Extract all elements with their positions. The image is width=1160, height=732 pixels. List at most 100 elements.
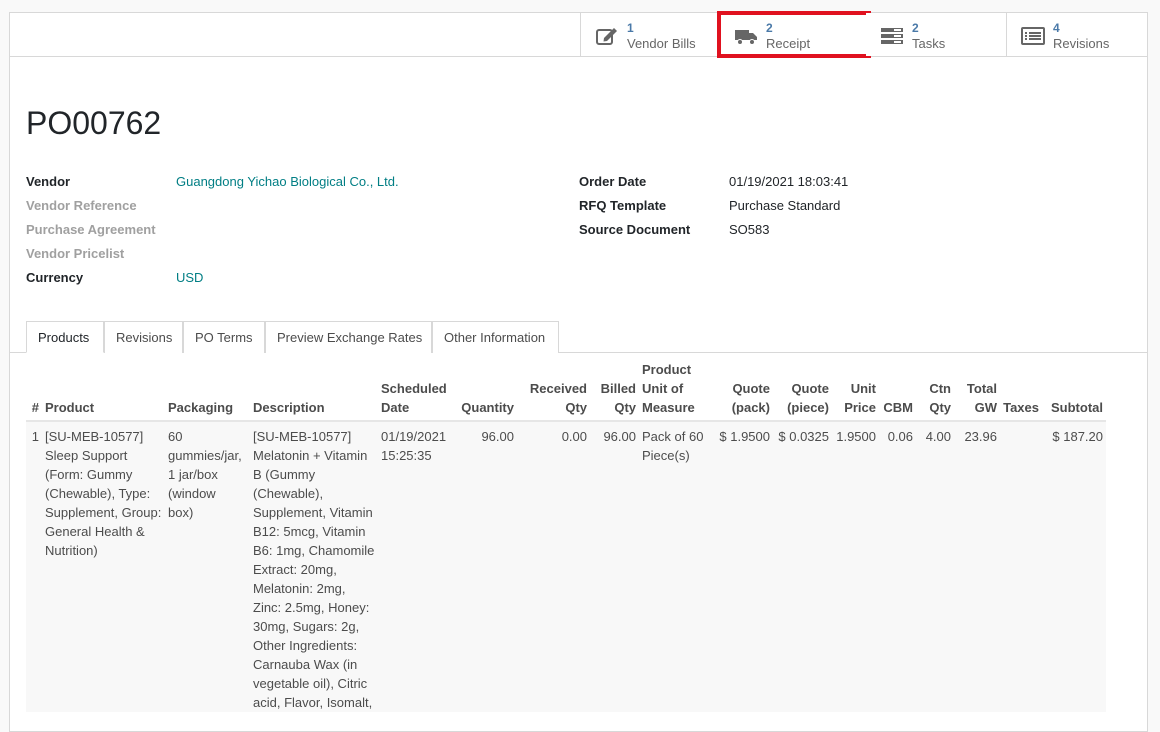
col-unit-price-line2: Price	[844, 400, 876, 415]
product-line: (Chewable), Type:	[45, 486, 151, 501]
col-subtotal[interactable]: Subtotal	[1042, 355, 1106, 422]
col-num[interactable]: #	[26, 355, 42, 422]
table-header-row: # Product Packaging Description Schedule…	[26, 355, 1106, 422]
col-gw-line1: Total	[966, 381, 997, 396]
description-line: acid, Flavor, Isomalt,	[253, 695, 373, 710]
rfq-template-value: Purchase Standard	[729, 198, 841, 213]
cell-quote-pack: $ 1.9500	[719, 429, 770, 444]
col-received-line1: Received	[529, 381, 587, 396]
order-date-label: Order Date	[579, 174, 647, 189]
cell-subtotal: $ 187.20	[1052, 429, 1103, 444]
tab-preview-exchange-rates[interactable]: Preview Exchange Rates	[265, 321, 432, 353]
revisions-button[interactable]: 4 Revisions	[1006, 13, 1147, 56]
col-billed-line2: Qty	[614, 400, 636, 415]
product-line: Nutrition)	[45, 543, 98, 558]
cell-product: [SU-MEB-10577] Sleep Support (Form: Gumm…	[42, 421, 165, 712]
revisions-count: 4	[1053, 21, 1060, 35]
col-received-line2: Qty	[565, 400, 587, 415]
vendor-link[interactable]: Guangdong Yichao Biological Co., Ltd.	[176, 174, 399, 189]
tab-other-information[interactable]: Other Information	[432, 321, 559, 353]
col-unit-price-line1: Unit	[850, 381, 876, 396]
revisions-label: Revisions	[1053, 36, 1110, 51]
col-received-qty[interactable]: Received Qty	[517, 355, 590, 422]
truck-icon	[735, 30, 757, 45]
smart-button-bar: 1 Vendor Bills 2 Receipt 2 Tasks 4 Revis…	[10, 11, 1147, 58]
source-document-label: Source Document	[579, 222, 691, 237]
col-product[interactable]: Product	[42, 355, 165, 422]
cell-description: [SU-MEB-10577] Melatonin + Vitamin B (Gu…	[250, 421, 378, 712]
packaging-line: (window	[168, 486, 216, 501]
tasks-label: Tasks	[912, 36, 946, 51]
vendor-bills-button[interactable]: 1 Vendor Bills	[580, 13, 719, 56]
col-quote-piece-line2: (piece)	[787, 400, 829, 415]
tasks-icon	[881, 28, 903, 44]
vendor-pricelist-label: Vendor Pricelist	[26, 246, 125, 261]
cell-total-gw: 23.96	[964, 429, 997, 444]
receipt-count: 2	[766, 21, 773, 35]
table-row[interactable]: 1 [SU-MEB-10577] Sleep Support (Form: Gu…	[26, 421, 1106, 712]
col-quote-pack[interactable]: Quote (pack)	[715, 355, 773, 422]
tab-revisions[interactable]: Revisions	[104, 321, 183, 353]
tab-po-terms[interactable]: PO Terms	[183, 321, 265, 353]
description-line: Zinc: 2.5mg, Honey:	[253, 600, 370, 615]
col-unit-price[interactable]: Unit Price	[832, 355, 879, 422]
col-scheduled-line1: Scheduled	[381, 381, 447, 396]
vendor-reference-label: Vendor Reference	[26, 198, 137, 213]
tab-products[interactable]: Products	[26, 321, 104, 353]
packaging-line: 1 jar/box	[168, 467, 218, 482]
vendor-bills-count: 1	[627, 21, 634, 35]
col-billed-line1: Billed	[600, 381, 636, 396]
col-total-gw[interactable]: Total GW	[954, 355, 1000, 422]
description-line: Extract: 20mg,	[253, 562, 337, 577]
cell-cbm: 0.06	[887, 429, 913, 444]
description-line: Supplement, Vitamin	[253, 505, 373, 520]
cell-uom: Pack of 60 Piece(s)	[639, 421, 715, 712]
col-ctn-line1: Ctn	[929, 381, 951, 396]
product-line: (Form: Gummy	[45, 467, 133, 482]
col-quote-pack-line1: Quote	[732, 381, 770, 396]
col-quantity[interactable]: Quantity	[451, 355, 517, 422]
vendor-bills-label: Vendor Bills	[627, 36, 696, 51]
order-date-value: 01/19/2021 18:03:41	[729, 174, 849, 189]
cell-num: 1	[31, 429, 39, 444]
date-line: 01/19/2021	[381, 429, 447, 444]
product-line: Sleep Support	[45, 448, 128, 463]
col-description[interactable]: Description	[250, 355, 378, 422]
description-line: 30mg, Sugars: 2g,	[253, 619, 360, 634]
col-ctn-qty[interactable]: Ctn Qty	[916, 355, 954, 422]
currency-label: Currency	[26, 270, 84, 285]
packaging-line: gummies/jar,	[168, 448, 242, 463]
description-line: B6: 1mg, Chamomile	[253, 543, 375, 558]
pencil-square-icon	[596, 28, 617, 45]
col-scheduled-line2: Date	[381, 400, 410, 415]
cell-quantity: 96.00	[481, 429, 514, 444]
cell-scheduled-date: 01/19/2021 15:25:35	[378, 421, 451, 712]
purchase-agreement-label: Purchase Agreement	[26, 222, 156, 237]
time-line: 15:25:35	[381, 448, 432, 463]
col-quote-piece[interactable]: Quote (piece)	[773, 355, 832, 422]
col-taxes[interactable]: Taxes	[1000, 355, 1042, 422]
product-line: [SU-MEB-10577]	[45, 429, 144, 444]
col-cbm[interactable]: CBM	[879, 355, 916, 422]
col-billed-qty[interactable]: Billed Qty	[590, 355, 639, 422]
packaging-line: box)	[168, 505, 194, 520]
cell-ctn-qty: 4.00	[925, 429, 951, 444]
col-scheduled-date[interactable]: Scheduled Date	[378, 355, 451, 422]
cell-packaging: 60 gummies/jar, 1 jar/box (window box)	[165, 421, 250, 712]
tasks-count: 2	[912, 21, 919, 35]
col-uom[interactable]: Product Unit of Measure	[639, 355, 715, 422]
cell-received-qty: 0.00	[561, 429, 587, 444]
col-quote-pack-line2: (pack)	[731, 400, 770, 415]
packaging-line: 60	[168, 429, 183, 444]
cell-unit-price: 1.9500	[836, 429, 876, 444]
col-packaging[interactable]: Packaging	[165, 355, 250, 422]
description-line: Melatonin: 2mg,	[253, 581, 346, 596]
cell-taxes	[1000, 421, 1042, 712]
cell-quote-piece: $ 0.0325	[778, 429, 829, 444]
receipt-button[interactable]: 2 Receipt	[717, 11, 871, 58]
col-uom-line1: Product	[642, 362, 692, 377]
currency-link[interactable]: USD	[176, 270, 203, 285]
receipt-label: Receipt	[766, 36, 811, 51]
tasks-button[interactable]: 2 Tasks	[866, 13, 1006, 56]
order-lines-table: # Product Packaging Description Schedule…	[26, 355, 1106, 712]
